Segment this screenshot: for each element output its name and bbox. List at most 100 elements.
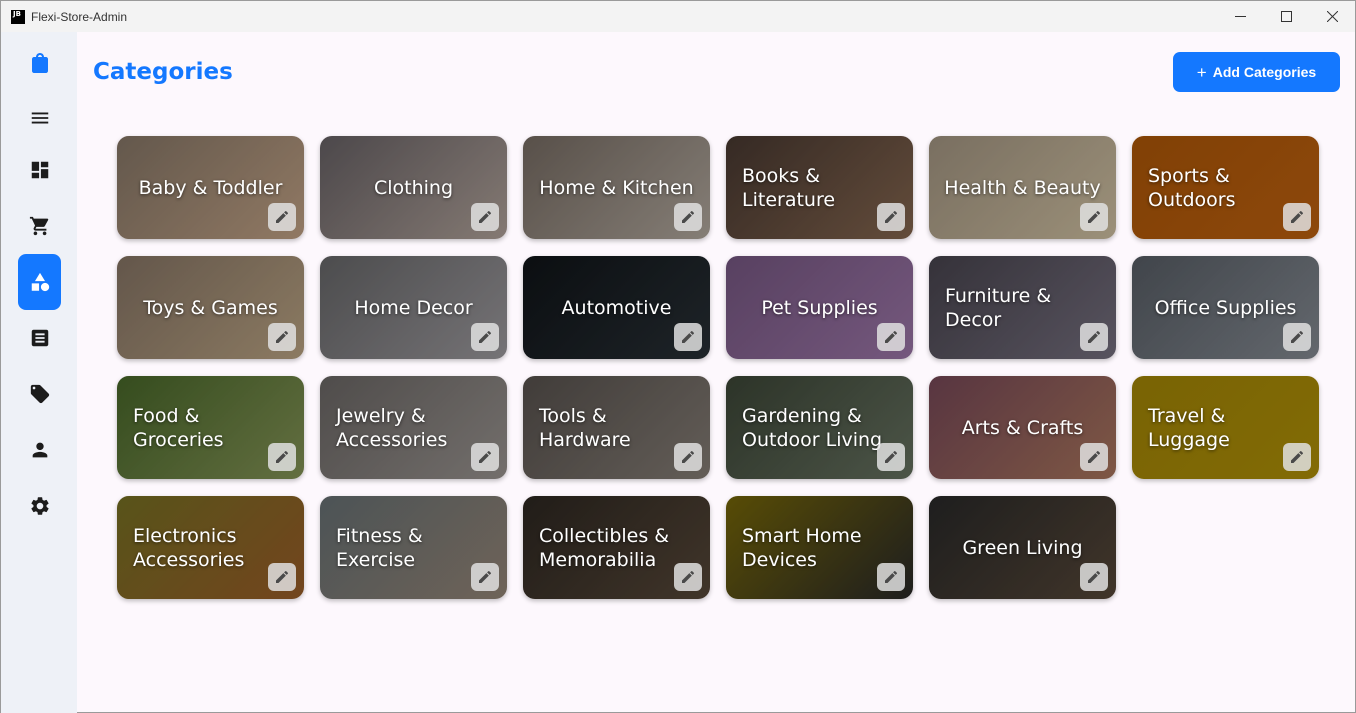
sidebar-item-orders[interactable] <box>18 310 61 366</box>
sidebar-item-users[interactable] <box>18 422 61 478</box>
edit-category-button[interactable] <box>674 563 702 591</box>
category-label: Collectibles & Memorabilia <box>539 524 670 571</box>
pencil-icon <box>1088 450 1101 463</box>
edit-category-button[interactable] <box>1283 203 1311 231</box>
category-card[interactable]: Smart Home Devices <box>726 496 913 599</box>
category-label: Food & Groceries <box>133 404 224 451</box>
pencil-icon <box>1088 330 1101 343</box>
maximize-button[interactable] <box>1263 1 1309 32</box>
pencil-icon <box>885 210 898 223</box>
edit-category-button[interactable] <box>268 203 296 231</box>
sidebar-item-settings[interactable] <box>18 478 61 534</box>
title-bar: JB Flexi-Store-Admin <box>1 1 1355 32</box>
category-label: Sports & Outdoors <box>1148 164 1236 211</box>
close-button[interactable] <box>1309 1 1355 32</box>
page-title: Categories <box>93 59 233 85</box>
category-card[interactable]: Green Living <box>929 496 1116 599</box>
category-card[interactable]: Furniture & Decor <box>929 256 1116 359</box>
sidebar-item-categories[interactable] <box>18 254 61 310</box>
window-title: Flexi-Store-Admin <box>31 9 128 24</box>
edit-category-button[interactable] <box>1283 323 1311 351</box>
pencil-icon <box>479 450 492 463</box>
pencil-icon <box>682 330 695 343</box>
category-label: Furniture & Decor <box>945 284 1052 331</box>
pencil-icon <box>1291 330 1304 343</box>
category-card[interactable]: Food & Groceries <box>117 376 304 479</box>
sidebar-item-cart[interactable] <box>18 198 61 254</box>
pencil-icon <box>276 210 289 223</box>
pencil-icon <box>479 210 492 223</box>
edit-category-button[interactable] <box>674 203 702 231</box>
pencil-icon <box>885 570 898 583</box>
close-icon <box>1326 11 1338 22</box>
edit-category-button[interactable] <box>877 323 905 351</box>
edit-category-button[interactable] <box>471 563 499 591</box>
edit-category-button[interactable] <box>471 323 499 351</box>
categories-icon <box>31 272 49 292</box>
category-card[interactable]: Baby & Toddler <box>117 136 304 239</box>
maximize-icon <box>1280 11 1292 22</box>
pencil-icon <box>885 330 898 343</box>
dashboard-icon <box>31 161 48 179</box>
pencil-icon <box>1088 570 1101 583</box>
sidebar-item-store[interactable] <box>18 35 61 91</box>
minimize-icon <box>1234 16 1246 17</box>
edit-category-button[interactable] <box>1080 563 1108 591</box>
edit-category-button[interactable] <box>268 443 296 471</box>
pencil-icon <box>276 450 289 463</box>
pencil-icon <box>682 450 695 463</box>
plus-icon: + <box>1196 62 1207 82</box>
category-grid: Baby & Toddler Clothing Home & Kitchen Book… <box>117 136 1319 599</box>
category-card[interactable]: Pet Supplies <box>726 256 913 359</box>
edit-category-button[interactable] <box>674 323 702 351</box>
add-categories-button[interactable]: + Add Categories <box>1173 52 1340 92</box>
app-window: JB Flexi-Store-Admin Categories + Add Ca… <box>0 0 1356 713</box>
sidebar-item-dashboard[interactable] <box>18 142 61 198</box>
category-card[interactable]: Sports & Outdoors <box>1132 136 1319 239</box>
menu-icon <box>31 112 48 124</box>
pencil-icon <box>885 450 898 463</box>
category-card[interactable]: Tools & Hardware <box>523 376 710 479</box>
category-card[interactable]: Health & Beauty <box>929 136 1116 239</box>
edit-category-button[interactable] <box>1283 443 1311 471</box>
add-categories-label: Add Categories <box>1212 64 1317 80</box>
tag-icon <box>30 384 49 404</box>
window-controls <box>1217 1 1355 32</box>
edit-category-button[interactable] <box>1080 323 1108 351</box>
minimize-button[interactable] <box>1217 1 1263 32</box>
category-card[interactable]: Electronics Accessories <box>117 496 304 599</box>
app-logo-icon: JB <box>11 9 25 24</box>
edit-category-button[interactable] <box>471 443 499 471</box>
shopping-bag-icon <box>31 53 48 73</box>
category-card[interactable]: Automotive <box>523 256 710 359</box>
edit-category-button[interactable] <box>877 563 905 591</box>
category-label: Books & Literature <box>742 164 836 211</box>
category-card[interactable]: Travel & Luggage <box>1132 376 1319 479</box>
category-label: Travel & Luggage <box>1148 404 1230 451</box>
category-card[interactable]: Home Decor <box>320 256 507 359</box>
category-card[interactable]: Clothing <box>320 136 507 239</box>
category-card[interactable]: Toys & Games <box>117 256 304 359</box>
sidebar-item-menu[interactable] <box>18 90 61 146</box>
pencil-icon <box>1088 210 1101 223</box>
edit-category-button[interactable] <box>877 443 905 471</box>
edit-category-button[interactable] <box>877 203 905 231</box>
category-card[interactable]: Fitness & Exercise <box>320 496 507 599</box>
pencil-icon <box>682 570 695 583</box>
pencil-icon <box>276 330 289 343</box>
category-card[interactable]: Arts & Crafts <box>929 376 1116 479</box>
category-card[interactable]: Home & Kitchen <box>523 136 710 239</box>
edit-category-button[interactable] <box>268 563 296 591</box>
category-label: Electronics Accessories <box>133 524 245 571</box>
category-card[interactable]: Gardening & Outdoor Living <box>726 376 913 479</box>
edit-category-button[interactable] <box>268 323 296 351</box>
edit-category-button[interactable] <box>471 203 499 231</box>
sidebar-item-tags[interactable] <box>18 366 61 422</box>
edit-category-button[interactable] <box>1080 203 1108 231</box>
edit-category-button[interactable] <box>1080 443 1108 471</box>
edit-category-button[interactable] <box>674 443 702 471</box>
category-card[interactable]: Jewelry & Accessories <box>320 376 507 479</box>
category-card[interactable]: Collectibles & Memorabilia <box>523 496 710 599</box>
category-card[interactable]: Office Supplies <box>1132 256 1319 359</box>
category-card[interactable]: Books & Literature <box>726 136 913 239</box>
